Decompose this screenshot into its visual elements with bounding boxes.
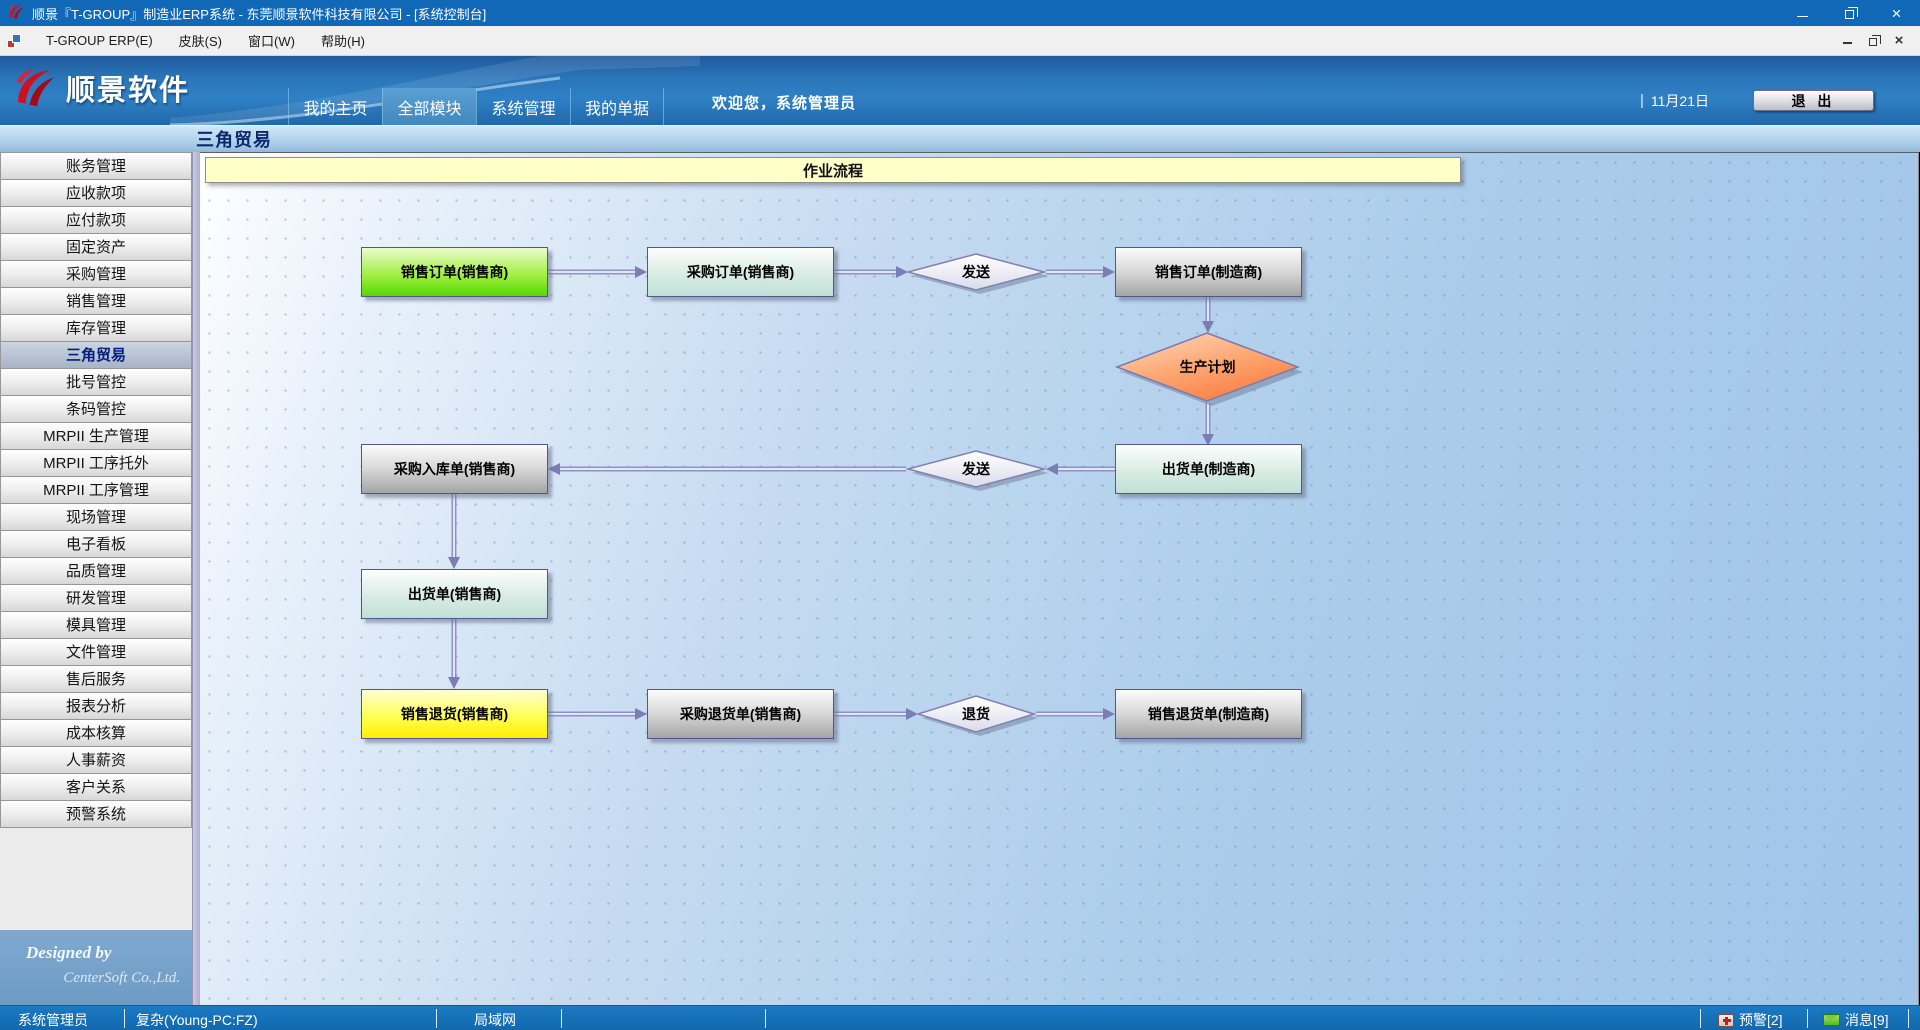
mdi-minimize-button[interactable] — [1834, 37, 1860, 44]
flow-node-send-1[interactable]: 发送 — [906, 252, 1046, 292]
status-bar: 系统管理员 复杂(Young-PC:FZ) 局域网 预警[2] 消息[9] — [0, 1005, 1920, 1030]
sidebar-item-rnd[interactable]: 研发管理 — [0, 584, 192, 612]
sidebar-item-quality[interactable]: 品质管理 — [0, 557, 192, 585]
status-alerts[interactable]: 预警[2] — [1718, 1010, 1783, 1030]
status-network: 局域网 — [474, 1010, 516, 1030]
sidebar-item-mrp2-process[interactable]: MRPII 工序管理 — [0, 476, 192, 504]
restore-button[interactable] — [1826, 0, 1873, 26]
menu-window[interactable]: 窗口(W) — [235, 26, 308, 55]
sidebar-item-inventory[interactable]: 库存管理 — [0, 314, 192, 342]
module-title-bar: 三角贸易 — [0, 125, 1920, 152]
sidebar-item-mrp2-outsourcing[interactable]: MRPII 工序托外 — [0, 449, 192, 477]
sidebar-item-sales[interactable]: 销售管理 — [0, 287, 192, 315]
exit-button[interactable]: 退 出 — [1753, 90, 1874, 111]
restore-icon — [1869, 38, 1877, 46]
status-separator — [765, 1009, 766, 1028]
flow-node-send-2[interactable]: 发送 — [906, 449, 1046, 489]
sidebar-item-fixed-assets[interactable]: 固定资产 — [0, 233, 192, 261]
welcome-message: 欢迎您，系统管理员 — [712, 92, 856, 113]
sidebar-item-payables[interactable]: 应付款项 — [0, 206, 192, 234]
brand-logo: 顺景软件 — [14, 66, 190, 110]
status-separator — [1807, 1009, 1808, 1028]
sidebar-item-receivables[interactable]: 应收款项 — [0, 179, 192, 207]
flow-node-purchase-inbound-seller[interactable]: 采购入库单(销售商) — [361, 444, 548, 494]
sidebar-item-costing[interactable]: 成本核算 — [0, 719, 192, 747]
flow-node-production-plan[interactable]: 生产计划 — [1115, 331, 1300, 403]
minimize-button[interactable] — [1779, 0, 1826, 26]
sidebar-item-barcode-control[interactable]: 条码管控 — [0, 395, 192, 423]
close-icon: × — [1892, 5, 1902, 22]
tab-my-documents[interactable]: 我的单据 — [570, 88, 664, 125]
tab-my-homepage[interactable]: 我的主页 — [288, 88, 382, 125]
shunjing-logo-icon — [14, 66, 58, 110]
designed-by-text: Designed by — [26, 943, 192, 963]
erp-application-window: 顺景『T-GROUP』制造业ERP系统 - 东莞顺景软件科技有限公司 - [系统… — [0, 0, 1920, 1030]
workflow-canvas: 作业流程 销售订单(销 — [200, 152, 1919, 1005]
flow-node-sales-return-manufacturer[interactable]: 销售退货单(制造商) — [1115, 689, 1302, 739]
sidebar-item-shopfloor[interactable]: 现场管理 — [0, 503, 192, 531]
sidebar-item-kanban[interactable]: 电子看板 — [0, 530, 192, 558]
flow-node-shipment-manufacturer[interactable]: 出货单(制造商) — [1115, 444, 1302, 494]
menu-skin[interactable]: 皮肤(S) — [166, 26, 235, 55]
envelope-icon — [1823, 1014, 1840, 1026]
current-date: 11月21日 — [1651, 91, 1709, 111]
sidebar-item-crm[interactable]: 客户关系 — [0, 773, 192, 801]
menu-help[interactable]: 帮助(H) — [308, 26, 378, 55]
flow-node-return-decision[interactable]: 退货 — [916, 694, 1036, 734]
header-banner: 顺景软件 我的主页 全部模块 系统管理 我的单据 欢迎您，系统管理员 | 11月… — [0, 56, 1920, 125]
sidebar-item-mold[interactable]: 模具管理 — [0, 611, 192, 639]
status-separator — [1700, 1009, 1701, 1028]
sidebar-item-alert-system[interactable]: 预警系统 — [0, 800, 192, 828]
status-separator — [124, 1009, 125, 1028]
minimize-icon — [1797, 16, 1808, 17]
sidebar-item-documents[interactable]: 文件管理 — [0, 638, 192, 666]
status-workstation: 复杂(Young-PC:FZ) — [136, 1010, 258, 1030]
close-icon: × — [1895, 32, 1904, 49]
current-module-title: 三角贸易 — [196, 126, 272, 152]
flow-node-sales-order-manufacturer[interactable]: 销售订单(制造商) — [1115, 247, 1302, 297]
window-title: 顺景『T-GROUP』制造业ERP系统 - 东莞顺景软件科技有限公司 - [系统… — [32, 4, 486, 23]
tab-all-modules[interactable]: 全部模块 — [382, 88, 476, 125]
status-user: 系统管理员 — [18, 1010, 88, 1030]
sidebar-item-lot-control[interactable]: 批号管控 — [0, 368, 192, 396]
sidebar-item-hr-payroll[interactable]: 人事薪资 — [0, 746, 192, 774]
menu-tgroup-erp[interactable]: T-GROUP ERP(E) — [33, 26, 166, 55]
designed-by-panel: Designed by CenterSoft Co.,Ltd. — [0, 930, 192, 1005]
module-sidebar: 账务管理 应收款项 应付款项 固定资产 采购管理 销售管理 库存管理 三角贸易 … — [0, 152, 192, 1005]
close-button[interactable]: × — [1873, 0, 1920, 26]
sidebar-item-accounting[interactable]: 账务管理 — [0, 152, 192, 180]
flow-node-sales-return-seller[interactable]: 销售退货(销售商) — [361, 689, 548, 739]
sidebar-splitter[interactable] — [192, 152, 200, 1005]
restore-icon — [1845, 10, 1854, 19]
mdi-close-button[interactable]: × — [1886, 32, 1912, 49]
sidebar-item-after-sales[interactable]: 售后服务 — [0, 665, 192, 693]
mdi-child-window-icon — [7, 34, 23, 48]
mdi-restore-button[interactable] — [1860, 36, 1886, 46]
flow-node-sales-order-seller[interactable]: 销售订单(销售商) — [361, 247, 548, 297]
sidebar-item-triangle-trade[interactable]: 三角贸易 — [0, 341, 192, 369]
app-logo-icon — [8, 3, 25, 23]
main-nav-tabs: 我的主页 全部模块 系统管理 我的单据 — [288, 88, 664, 125]
status-separator — [561, 1009, 562, 1028]
first-aid-icon — [1718, 1014, 1734, 1027]
tab-system-management[interactable]: 系统管理 — [476, 88, 570, 125]
title-bar: 顺景『T-GROUP』制造业ERP系统 - 东莞顺景软件科技有限公司 - [系统… — [0, 0, 1920, 26]
flow-node-shipment-seller[interactable]: 出货单(销售商) — [361, 569, 548, 619]
status-messages[interactable]: 消息[9] — [1823, 1010, 1889, 1030]
status-separator — [436, 1009, 437, 1028]
sidebar-item-mrp2-production[interactable]: MRPII 生产管理 — [0, 422, 192, 450]
status-separator — [1908, 1009, 1909, 1028]
flow-node-purchase-order-seller[interactable]: 采购订单(销售商) — [647, 247, 834, 297]
menu-bar: T-GROUP ERP(E) 皮肤(S) 窗口(W) 帮助(H) × — [0, 26, 1920, 56]
sidebar-item-purchasing[interactable]: 采购管理 — [0, 260, 192, 288]
flow-node-purchase-return-seller[interactable]: 采购退货单(销售商) — [647, 689, 834, 739]
sidebar-item-reports[interactable]: 报表分析 — [0, 692, 192, 720]
brand-logo-text: 顺景软件 — [66, 67, 190, 109]
date-separator: | — [1640, 92, 1644, 109]
company-credit-text: CenterSoft Co.,Ltd. — [0, 970, 180, 987]
minimize-icon — [1843, 42, 1852, 44]
